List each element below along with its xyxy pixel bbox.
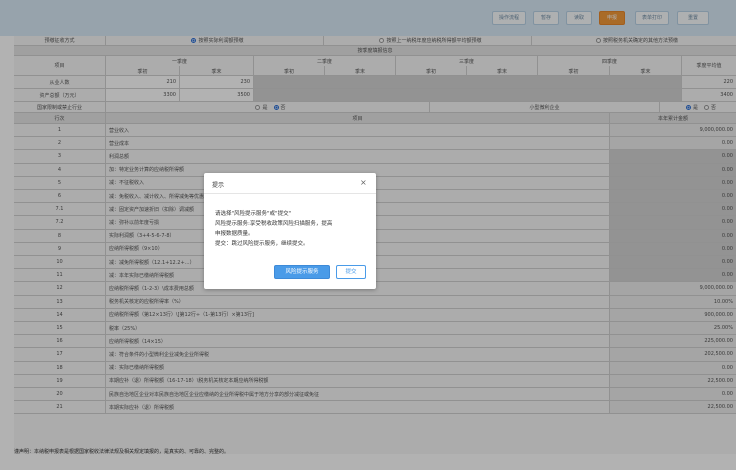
dialog-divider: [204, 193, 376, 194]
close-icon[interactable]: ×: [360, 178, 367, 187]
risk-service-button[interactable]: 风险提示服务: [274, 265, 330, 279]
dialog-line-1: 请选择"风险提示服务"或"提交": [215, 211, 292, 217]
dialog-line-4: 提交：跳过风险提示服务，继续提交。: [215, 241, 309, 247]
submit-button[interactable]: 提交: [336, 265, 366, 279]
dialog-title: 提示: [212, 182, 225, 189]
risk-prompt-dialog: 提示 × 请选择"风险提示服务"或"提交" 风险提示服务:享受税收政策风险扫描服…: [204, 173, 376, 289]
dialog-line-2: 风险提示服务:享受税收政策风险扫描服务，提高: [215, 221, 333, 227]
dialog-line-3: 申报数据质量。: [215, 231, 254, 237]
